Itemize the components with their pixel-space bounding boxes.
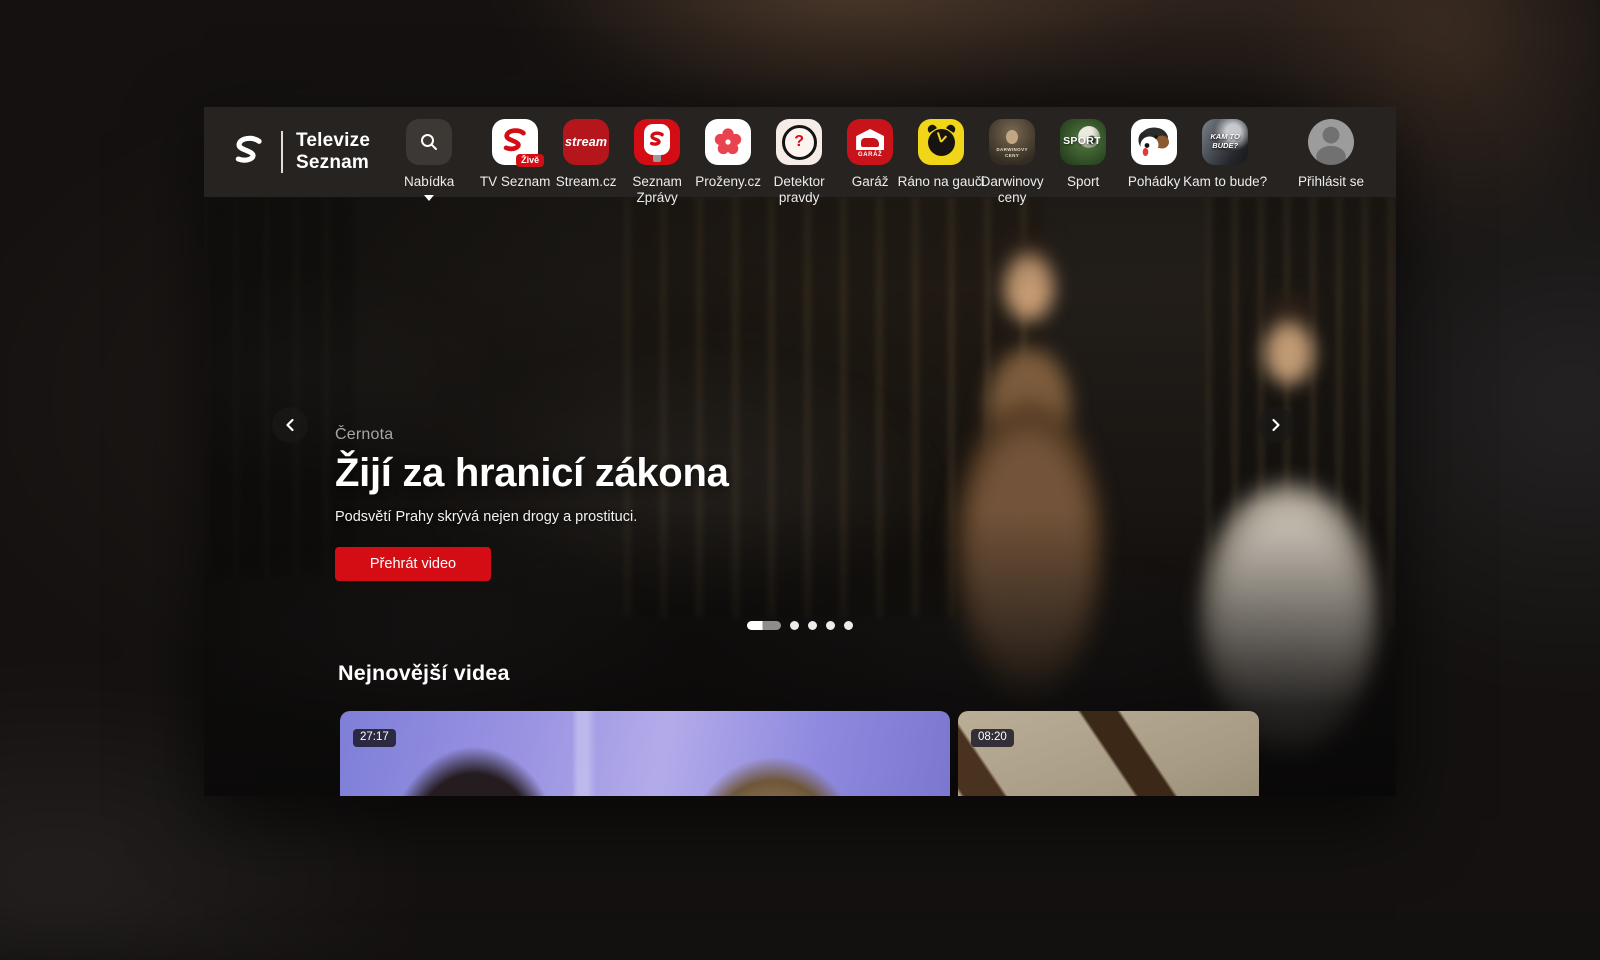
carousel-dots	[747, 621, 853, 630]
chevron-down-icon	[424, 195, 434, 201]
detektor-pravdy-icon: ?	[776, 119, 822, 165]
darwinovy-ceny-icon: DARWINOVY CENY	[989, 119, 1035, 165]
channel-label: Kam to bude?	[1181, 174, 1269, 190]
menu-label: Nabídka	[385, 174, 473, 190]
live-badge: Živě	[516, 154, 544, 167]
app-logo[interactable]: Televize Seznam	[230, 107, 370, 197]
hero-title: Žijí za hranicí zákona	[335, 451, 729, 496]
clock-bell-left	[926, 123, 937, 133]
clock-face	[928, 129, 955, 156]
darwin-wordmark: DARWINOVY CENY	[992, 147, 1032, 159]
televize-seznam-window: Televize Seznam Nabídka	[204, 107, 1396, 796]
search-icon	[419, 132, 439, 152]
hero-banner: Černota Žijí za hranicí zákona Podsvětí …	[204, 197, 1396, 796]
tv-seznam-icon: Živě	[492, 119, 538, 165]
mirror-shape	[644, 124, 670, 155]
channel-rano-na-gauci[interactable]: Ráno na gauči	[918, 119, 964, 205]
menu-search-button[interactable]: Nabídka	[406, 119, 452, 205]
channel-darwinovy-ceny[interactable]: DARWINOVY CENY Darwinovy ceny	[989, 119, 1035, 205]
channel-sport[interactable]: SPORT Sport	[1060, 119, 1106, 205]
channel-prozeny-cz[interactable]: Proženy.cz	[705, 119, 751, 205]
video-card[interactable]: 27:17	[340, 711, 950, 796]
prozeny-flower-icon	[705, 119, 751, 165]
hero-content: Černota Žijí za hranicí zákona Podsvětí …	[335, 426, 729, 581]
carousel-dot[interactable]	[826, 621, 835, 630]
clock-bell-right	[946, 123, 957, 133]
carousel-dot[interactable]	[790, 621, 799, 630]
search-tile[interactable]	[406, 119, 452, 165]
stream-icon: stream	[563, 119, 609, 165]
chevron-left-icon	[284, 418, 296, 432]
garaz-icon: GARÁŽ	[847, 119, 893, 165]
clock-hand-minute	[937, 132, 942, 142]
question-ring: ?	[782, 125, 817, 160]
carousel-prev-button[interactable]	[272, 407, 308, 443]
video-duration-badge: 27:17	[353, 729, 396, 747]
video-duration-badge: 08:20	[971, 729, 1014, 747]
garage-house-shape	[856, 129, 884, 150]
channel-detektor-pravdy[interactable]: ? Detektor pravdy	[776, 119, 822, 205]
kam-wordmark: KAM TO BUDE?	[1207, 133, 1243, 150]
sport-wordmark: SPORT	[1063, 135, 1101, 147]
hero-subtitle: Podsvětí Prahy skrývá nejen drogy a pros…	[335, 509, 729, 525]
carousel-dot[interactable]	[808, 621, 817, 630]
alarm-clock-icon	[918, 119, 964, 165]
sport-icon: SPORT	[1060, 119, 1106, 165]
seznam-zpravy-icon	[634, 119, 680, 165]
logo-divider	[281, 131, 283, 173]
login-button[interactable]: Přihlásit se	[1292, 107, 1370, 190]
stream-wordmark: stream	[565, 135, 607, 149]
channel-nav: Nabídka Živě TV Seznam stream Stream.cz	[406, 107, 1248, 205]
carousel-dot-active[interactable]	[747, 621, 781, 630]
garaz-wordmark: GARÁŽ	[858, 152, 882, 158]
pohadky-dog-icon	[1131, 119, 1177, 165]
top-navigation-bar: Televize Seznam Nabídka	[204, 107, 1396, 197]
user-avatar-icon	[1308, 119, 1354, 165]
face-shape	[1006, 130, 1018, 144]
carousel-next-button[interactable]	[1258, 407, 1294, 443]
carousel-dot[interactable]	[844, 621, 853, 630]
car-shape	[861, 138, 879, 147]
channel-garaz[interactable]: GARÁŽ Garáž	[847, 119, 893, 205]
app-title: Televize Seznam	[296, 130, 370, 174]
channel-seznam-zpravy[interactable]: Seznam Zprávy	[634, 119, 680, 205]
play-video-button[interactable]: Přehrát video	[335, 547, 491, 581]
video-card[interactable]: 08:20	[958, 711, 1259, 796]
hero-show-name: Černota	[335, 426, 729, 444]
question-mark: ?	[794, 133, 804, 151]
channel-kam-to-bude[interactable]: KAM TO BUDE? Kam to bude?	[1202, 119, 1248, 205]
seznam-s-icon	[230, 134, 268, 170]
latest-videos-heading: Nejnovější videa	[338, 661, 510, 686]
seznam-s-red-icon	[500, 127, 530, 157]
chevron-right-icon	[1270, 418, 1282, 432]
kam-to-bude-icon: KAM TO BUDE?	[1202, 119, 1248, 165]
channel-pohadky[interactable]: Pohádky	[1131, 119, 1177, 205]
app-title-line1: Televize	[296, 130, 370, 152]
login-label: Přihlásit se	[1287, 174, 1375, 190]
app-title-line2: Seznam	[296, 152, 370, 174]
channel-stream-cz[interactable]: stream Stream.cz	[563, 119, 609, 205]
channel-tv-seznam[interactable]: Živě TV Seznam	[492, 119, 538, 205]
